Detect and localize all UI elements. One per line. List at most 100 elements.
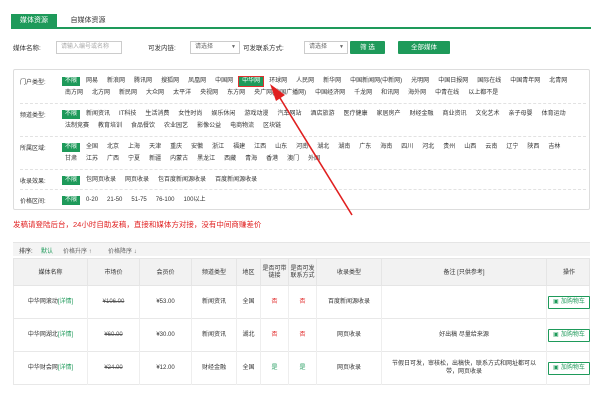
filter-option-channel[interactable]: 酒店旅游 [307, 110, 337, 119]
filter-option-channel[interactable]: 文化艺术 [473, 110, 503, 119]
filter-option-price[interactable]: 100以上 [180, 196, 208, 205]
filter-option-price[interactable]: 76-100 [153, 196, 178, 205]
filter-option-region[interactable]: 黑龙江 [194, 155, 218, 164]
filter-option-region[interactable]: 甘肃 [62, 155, 80, 164]
filter-option-region[interactable]: 香港 [263, 155, 281, 164]
filter-option-portal[interactable]: 海外网 [405, 89, 429, 98]
sort-default[interactable]: 默认 [41, 246, 53, 255]
filter-option-inclusion[interactable]: 包百度新闻源收录 [155, 176, 209, 185]
filter-option-portal[interactable]: 中国网 [212, 77, 236, 86]
contact-select[interactable]: 请选择 ▼ [304, 41, 348, 54]
detail-link[interactable]: [详情] [58, 299, 73, 305]
filter-option-region[interactable]: 北京 [104, 143, 122, 152]
filter-option-region[interactable]: 吉林 [545, 143, 563, 152]
filter-option-portal[interactable]: 光明网 [408, 77, 432, 86]
filter-option-price[interactable]: 51-75 [128, 196, 149, 205]
filter-option-region[interactable]: 贵州 [440, 143, 458, 152]
filter-option-region[interactable]: 外国 [305, 155, 323, 164]
filter-option-channel[interactable]: 食品餐饮 [128, 122, 158, 131]
filter-option-portal[interactable]: 央视网 [197, 89, 221, 98]
filter-option-region[interactable]: 不限 [62, 143, 81, 152]
filter-option-region[interactable]: 江西 [251, 143, 269, 152]
filter-option-portal[interactable]: 中国青年网 [507, 77, 543, 86]
filter-option-portal[interactable]: 南方网 [62, 89, 86, 98]
filter-option-region[interactable]: 海南 [377, 143, 395, 152]
filter-option-region[interactable]: 浙江 [209, 143, 227, 152]
filter-option-channel[interactable]: 新闻资讯 [83, 110, 113, 119]
all-media-button[interactable]: 全部媒体 [398, 41, 450, 54]
filter-option-portal[interactable]: 北方网 [89, 89, 113, 98]
filter-option-portal[interactable]: 千龙网 [351, 89, 375, 98]
filter-option-region[interactable]: 新疆 [146, 155, 164, 164]
filter-option-region[interactable]: 西藏 [221, 155, 239, 164]
filter-option-portal[interactable]: 和讯网 [378, 89, 402, 98]
sort-price-desc[interactable]: 价格降序 ↓ [108, 246, 137, 255]
filter-option-inclusion[interactable]: 百度新闻源收录 [212, 176, 260, 185]
filter-option-portal[interactable]: 不限 [62, 77, 81, 86]
tab-self-media-resources[interactable]: 自媒体资源 [63, 14, 113, 28]
filter-option-channel[interactable]: 生活消费 [142, 110, 172, 119]
filter-option-portal[interactable]: 北青网 [546, 77, 570, 86]
filter-option-inclusion[interactable]: 网页收录 [122, 176, 152, 185]
inner-link-select[interactable]: 请选择 ▼ [190, 41, 240, 54]
filter-option-channel[interactable]: 电商物流 [227, 122, 257, 131]
filter-option-portal[interactable]: 国际在线 [474, 77, 504, 86]
filter-option-inclusion[interactable]: 不限 [62, 176, 81, 185]
filter-option-region[interactable]: 云南 [482, 143, 500, 152]
filter-option-channel[interactable]: 体育运动 [539, 110, 569, 119]
filter-option-channel[interactable]: 游戏动漫 [241, 110, 271, 119]
media-name-link[interactable]: 中华网湖北 [28, 332, 58, 338]
detail-link[interactable]: [详情] [58, 365, 73, 371]
filter-option-region[interactable]: 广东 [356, 143, 374, 152]
filter-option-channel[interactable]: 医疗健康 [340, 110, 370, 119]
filter-option-region[interactable]: 福建 [230, 143, 248, 152]
filter-option-portal[interactable]: 新华网 [320, 77, 344, 86]
filter-option-region[interactable]: 陕西 [524, 143, 542, 152]
add-to-cart-button[interactable]: ▣ 加购物车 [548, 296, 590, 309]
filter-option-region[interactable]: 四川 [398, 143, 416, 152]
media-name-link[interactable]: 中华网滚动 [28, 299, 58, 305]
filter-option-channel[interactable]: IT科技 [116, 110, 139, 119]
filter-option-region[interactable]: 湖北 [314, 143, 332, 152]
filter-option-region[interactable]: 山东 [272, 143, 290, 152]
filter-option-region[interactable]: 天津 [146, 143, 164, 152]
filter-option-portal[interactable]: 央广网(中国广播网) [251, 89, 309, 98]
filter-option-portal[interactable]: 中国新闻网(中新网) [347, 77, 405, 86]
filter-option-region[interactable]: 内蒙古 [167, 155, 191, 164]
filter-option-inclusion[interactable]: 包网页收录 [83, 176, 119, 185]
filter-option-channel[interactable]: 不限 [62, 110, 81, 119]
filter-option-portal[interactable]: 以上都不是 [465, 89, 501, 98]
filter-option-region[interactable]: 澳门 [284, 155, 302, 164]
filter-option-channel[interactable]: 亲子母婴 [506, 110, 536, 119]
filter-option-portal[interactable]: 中华网 [238, 76, 265, 87]
filter-option-region[interactable]: 宁夏 [125, 155, 143, 164]
filter-option-channel[interactable]: 娱乐休闲 [208, 110, 238, 119]
filter-option-channel[interactable]: 财经金融 [407, 110, 437, 119]
media-name-input[interactable]: 请输入编号或名称 [56, 41, 122, 54]
filter-option-channel[interactable]: 法制竞赛 [62, 122, 92, 131]
filter-option-region[interactable]: 河北 [419, 143, 437, 152]
filter-option-region[interactable]: 上海 [125, 143, 143, 152]
filter-option-region[interactable]: 广西 [104, 155, 122, 164]
filter-option-price[interactable]: 21-50 [104, 196, 125, 205]
filter-option-region[interactable]: 河南 [293, 143, 311, 152]
filter-option-channel[interactable]: 汽车网站 [274, 110, 304, 119]
filter-option-portal[interactable]: 凤凰网 [185, 77, 209, 86]
filter-option-channel[interactable]: 区块链 [260, 122, 284, 131]
filter-option-region[interactable]: 全国 [83, 143, 101, 152]
filter-option-portal[interactable]: 新浪网 [104, 77, 128, 86]
filter-option-portal[interactable]: 大众网 [143, 89, 167, 98]
filter-option-portal[interactable]: 腾讯网 [131, 77, 155, 86]
add-to-cart-button[interactable]: ▣ 加购物车 [548, 362, 590, 375]
filter-option-portal[interactable]: 搜狐网 [158, 77, 182, 86]
filter-option-channel[interactable]: 商业资讯 [440, 110, 470, 119]
add-to-cart-button[interactable]: ▣ 加购物车 [548, 329, 590, 342]
filter-option-region[interactable]: 辽宁 [503, 143, 521, 152]
filter-option-region[interactable]: 安徽 [188, 143, 206, 152]
filter-option-portal[interactable]: 中国日报网 [435, 77, 471, 86]
filter-option-region[interactable]: 青海 [242, 155, 260, 164]
filter-option-region[interactable]: 江苏 [83, 155, 101, 164]
filter-option-portal[interactable]: 中国经济网 [312, 89, 348, 98]
filter-option-region[interactable]: 湖南 [335, 143, 353, 152]
filter-option-portal[interactable]: 网易 [83, 77, 101, 86]
